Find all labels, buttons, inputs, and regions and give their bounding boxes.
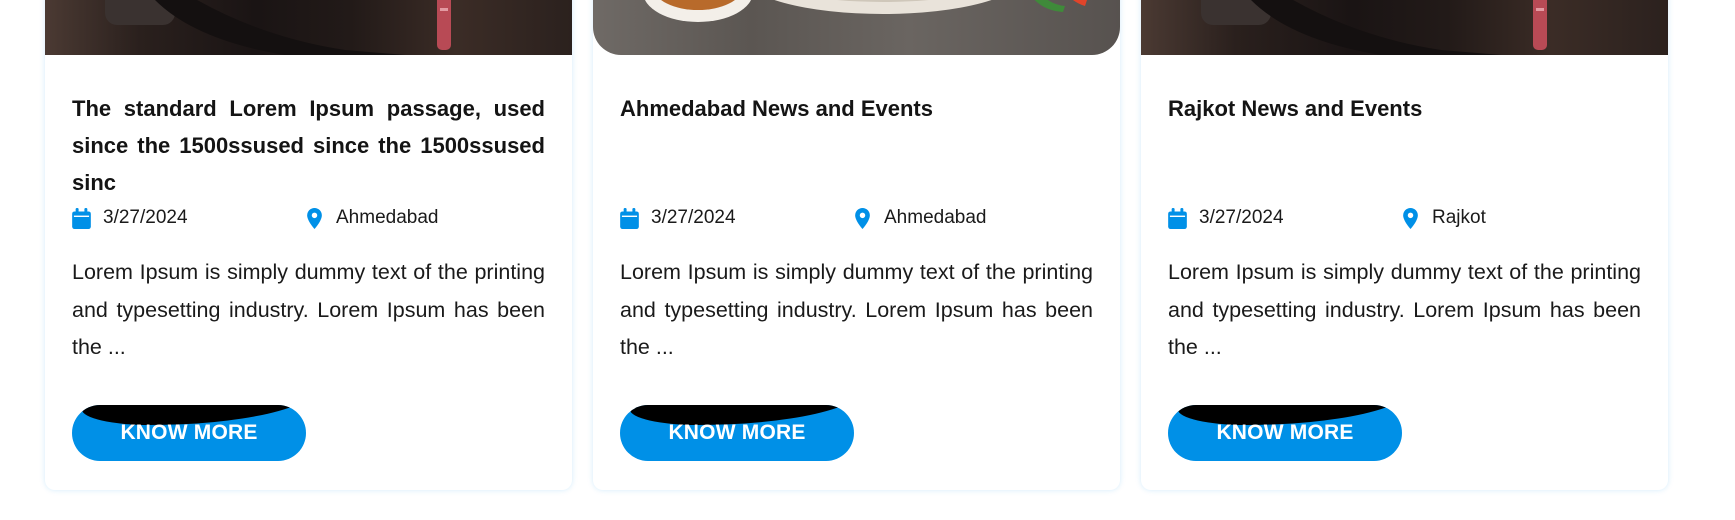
event-cards-grid: The standard Lorem Ipsum passage, used s… [0, 0, 1735, 520]
know-more-button[interactable]: KNOW MORE [620, 405, 854, 461]
event-image[interactable] [1141, 0, 1668, 55]
event-location: Rajkot [1401, 204, 1486, 232]
event-meta: 3/27/2024 Ahmedabad [620, 204, 1093, 234]
event-title[interactable]: The standard Lorem Ipsum passage, used s… [72, 90, 545, 204]
event-location: Ahmedabad [853, 204, 986, 232]
event-location-text: Ahmedabad [336, 207, 439, 228]
know-more-label: KNOW MORE [1216, 421, 1354, 444]
event-meta: 3/27/2024 Ahmedabad [72, 204, 545, 234]
map-pin-icon [855, 207, 870, 229]
map-pin-icon [1403, 207, 1418, 229]
event-card[interactable]: Ahmedabad News and Events 3/27/2024 Ahme… [593, 0, 1120, 490]
event-title[interactable]: Rajkot News and Events [1168, 90, 1641, 204]
event-location: Ahmedabad [305, 204, 438, 232]
calendar-icon [72, 207, 91, 229]
calendar-icon [1168, 207, 1187, 229]
calendar-icon [620, 207, 639, 229]
event-location-text: Ahmedabad [884, 207, 987, 228]
event-date: 3/27/2024 [72, 204, 188, 232]
event-title[interactable]: Ahmedabad News and Events [620, 90, 1093, 204]
event-date: 3/27/2024 [1168, 204, 1284, 232]
event-date-text: 3/27/2024 [1199, 207, 1284, 228]
event-meta: 3/27/2024 Rajkot [1168, 204, 1641, 234]
event-card[interactable]: The standard Lorem Ipsum passage, used s… [45, 0, 572, 490]
map-pin-icon [307, 207, 322, 229]
know-more-button[interactable]: KNOW MORE [1168, 405, 1402, 461]
event-description: Lorem Ipsum is simply dummy text of the … [620, 260, 1093, 359]
food-photo-fragment [644, 0, 1087, 22]
event-date-text: 3/27/2024 [103, 207, 188, 228]
dog-photo-fragment [105, 0, 451, 55]
event-date-text: 3/27/2024 [651, 207, 736, 228]
event-description: Lorem Ipsum is simply dummy text of the … [72, 260, 545, 359]
dog-photo-fragment [1201, 0, 1547, 55]
event-image[interactable] [593, 0, 1120, 55]
event-location-text: Rajkot [1432, 207, 1486, 228]
event-image[interactable] [45, 0, 572, 55]
event-card[interactable]: Rajkot News and Events 3/27/2024 Rajkot … [1141, 0, 1668, 490]
know-more-label: KNOW MORE [120, 421, 258, 444]
event-description: Lorem Ipsum is simply dummy text of the … [1168, 260, 1641, 359]
know-more-label: KNOW MORE [668, 421, 806, 444]
event-date: 3/27/2024 [620, 204, 736, 232]
know-more-button[interactable]: KNOW MORE [72, 405, 306, 461]
